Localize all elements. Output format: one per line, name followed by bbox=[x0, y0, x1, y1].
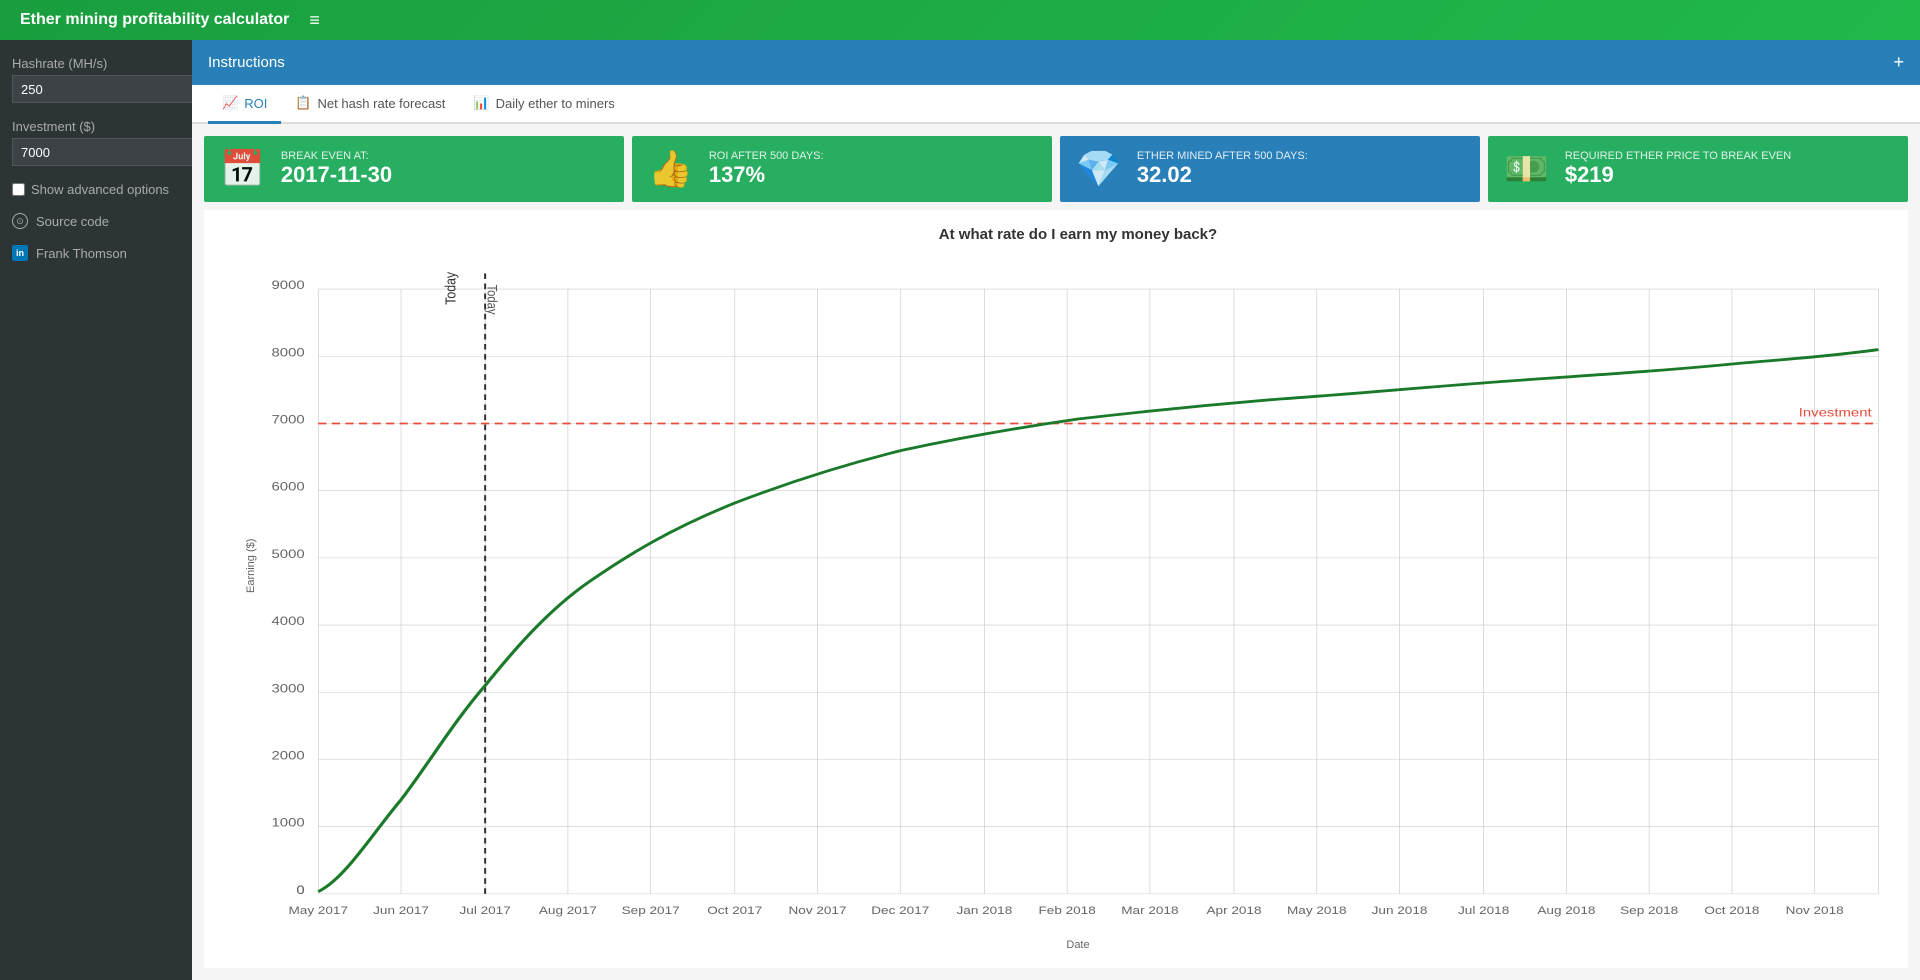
chart-container: At what rate do I earn my money back? Ea… bbox=[204, 210, 1908, 968]
svg-text:Oct 2018: Oct 2018 bbox=[1704, 904, 1759, 917]
svg-text:1000: 1000 bbox=[272, 816, 306, 830]
content-area: Instructions + 📈 ROI 📋 Net hash rate for… bbox=[192, 40, 1920, 980]
top-navbar: Ether mining profitability calculator ≡ bbox=[0, 0, 1920, 40]
svg-text:Sep 2017: Sep 2017 bbox=[622, 904, 680, 917]
stats-row: 📅 BREAK EVEN AT: 2017-11-30 👍 ROI AFTER … bbox=[192, 124, 1920, 210]
svg-text:8000: 8000 bbox=[272, 345, 306, 359]
ether-mined-content: ETHER MINED AFTER 500 DAYS: 32.02 bbox=[1137, 150, 1308, 188]
chart-svg: 0 1000 2000 3000 4000 5000 6000 7000 800… bbox=[264, 251, 1892, 923]
investment-label: Investment ($) bbox=[12, 119, 180, 134]
instructions-header: Instructions + bbox=[192, 40, 1920, 85]
ether-mined-label: ETHER MINED AFTER 500 DAYS: bbox=[1137, 150, 1308, 162]
svg-text:May 2018: May 2018 bbox=[1287, 904, 1347, 917]
svg-text:2000: 2000 bbox=[272, 749, 306, 763]
app-title: Ether mining profitability calculator bbox=[20, 11, 289, 29]
source-code-label: Source code bbox=[36, 214, 109, 229]
show-advanced-row[interactable]: Show advanced options bbox=[12, 182, 180, 197]
source-code-link[interactable]: ⊙ Source code bbox=[12, 213, 180, 229]
hashrate-input[interactable] bbox=[12, 75, 205, 103]
tab-net-hash-label: Net hash rate forecast bbox=[318, 96, 446, 111]
sidebar: Hashrate (MH/s) ▲ ▼ Investment ($) ▲ ▼ bbox=[0, 40, 192, 980]
tab-net-hash[interactable]: 📋 Net hash rate forecast bbox=[281, 85, 459, 124]
svg-text:Jun 2018: Jun 2018 bbox=[1372, 904, 1428, 917]
svg-text:Mar 2018: Mar 2018 bbox=[1121, 904, 1178, 917]
svg-text:Apr 2018: Apr 2018 bbox=[1207, 904, 1262, 917]
tab-daily-ether[interactable]: 📊 Daily ether to miners bbox=[459, 85, 628, 124]
required-price-value: $219 bbox=[1565, 162, 1791, 188]
svg-text:Nov 2018: Nov 2018 bbox=[1786, 904, 1844, 917]
tab-roi[interactable]: 📈 ROI bbox=[208, 85, 281, 124]
roi-label: ROI AFTER 500 DAYS: bbox=[709, 150, 824, 162]
svg-text:7000: 7000 bbox=[272, 413, 306, 427]
required-price-label: REQUIRED ETHER PRICE TO BREAK EVEN bbox=[1565, 150, 1791, 162]
svg-text:0: 0 bbox=[296, 883, 305, 897]
investment-input-wrap: ▲ ▼ bbox=[12, 138, 180, 166]
svg-text:9000: 9000 bbox=[272, 278, 306, 292]
svg-text:Jun 2017: Jun 2017 bbox=[373, 904, 429, 917]
required-price-content: REQUIRED ETHER PRICE TO BREAK EVEN $219 bbox=[1565, 150, 1791, 188]
svg-text:5000: 5000 bbox=[272, 547, 306, 561]
svg-text:Investment: Investment bbox=[1799, 406, 1872, 420]
svg-text:Jan 2018: Jan 2018 bbox=[957, 904, 1013, 917]
ether-mined-icon: 💎 bbox=[1076, 148, 1121, 190]
break-even-content: BREAK EVEN AT: 2017-11-30 bbox=[281, 150, 392, 188]
chart-title: At what rate do I earn my money back? bbox=[264, 226, 1892, 243]
x-axis-label: Date bbox=[1066, 939, 1089, 951]
tab-daily-ether-label: Daily ether to miners bbox=[496, 96, 615, 111]
stat-roi: 👍 ROI AFTER 500 DAYS: 137% bbox=[632, 136, 1052, 202]
svg-text:Aug 2018: Aug 2018 bbox=[1537, 904, 1595, 917]
break-even-value: 2017-11-30 bbox=[281, 162, 392, 188]
author-link[interactable]: in Frank Thomson bbox=[12, 245, 180, 261]
svg-text:Nov 2017: Nov 2017 bbox=[789, 904, 847, 917]
y-axis-label: Earning ($) bbox=[245, 539, 257, 593]
main-layout: Hashrate (MH/s) ▲ ▼ Investment ($) ▲ ▼ bbox=[0, 40, 1920, 980]
svg-text:Jul 2018: Jul 2018 bbox=[1458, 904, 1509, 917]
hashrate-field: Hashrate (MH/s) ▲ ▼ bbox=[12, 56, 180, 103]
break-even-icon: 📅 bbox=[220, 148, 265, 190]
stat-required-price: 💵 REQUIRED ETHER PRICE TO BREAK EVEN $21… bbox=[1488, 136, 1908, 202]
break-even-label: BREAK EVEN AT: bbox=[281, 150, 392, 162]
source-code-icon: ⊙ bbox=[12, 213, 28, 229]
roi-content: ROI AFTER 500 DAYS: 137% bbox=[709, 150, 824, 188]
svg-text:Today: Today bbox=[484, 285, 499, 316]
svg-text:May 2017: May 2017 bbox=[289, 904, 349, 917]
hashrate-input-wrap: ▲ ▼ bbox=[12, 75, 180, 103]
tabs-bar: 📈 ROI 📋 Net hash rate forecast 📊 Daily e… bbox=[192, 85, 1920, 124]
chart-wrap: Earning ($) 0 1000 2000 3000 4000 5000 bbox=[264, 251, 1892, 923]
author-label: Frank Thomson bbox=[36, 246, 127, 261]
tab-roi-label: ROI bbox=[244, 96, 267, 111]
tab-net-hash-icon: 📋 bbox=[295, 95, 311, 111]
roi-value: 137% bbox=[709, 162, 824, 188]
stat-ether-mined: 💎 ETHER MINED AFTER 500 DAYS: 32.02 bbox=[1060, 136, 1480, 202]
show-advanced-label: Show advanced options bbox=[31, 182, 169, 197]
instructions-title: Instructions bbox=[208, 54, 285, 71]
svg-text:Sep 2018: Sep 2018 bbox=[1620, 904, 1678, 917]
svg-text:3000: 3000 bbox=[272, 681, 306, 695]
svg-text:4000: 4000 bbox=[272, 614, 306, 628]
svg-text:Jul 2017: Jul 2017 bbox=[460, 904, 511, 917]
investment-field: Investment ($) ▲ ▼ bbox=[12, 119, 180, 166]
hamburger-menu[interactable]: ≡ bbox=[309, 10, 320, 31]
svg-text:Dec 2017: Dec 2017 bbox=[871, 904, 929, 917]
svg-text:Today: Today bbox=[442, 272, 458, 305]
svg-text:Feb 2018: Feb 2018 bbox=[1039, 904, 1096, 917]
show-advanced-checkbox[interactable] bbox=[12, 183, 25, 196]
tab-daily-ether-icon: 📊 bbox=[473, 95, 489, 111]
svg-text:Aug 2017: Aug 2017 bbox=[539, 904, 597, 917]
svg-text:6000: 6000 bbox=[272, 480, 306, 494]
ether-mined-value: 32.02 bbox=[1137, 162, 1308, 188]
svg-text:Oct 2017: Oct 2017 bbox=[707, 904, 762, 917]
tab-roi-icon: 📈 bbox=[222, 95, 238, 111]
required-price-icon: 💵 bbox=[1504, 148, 1549, 190]
instructions-plus[interactable]: + bbox=[1893, 52, 1904, 73]
investment-input[interactable] bbox=[12, 138, 205, 166]
linkedin-icon: in bbox=[12, 245, 28, 261]
stat-break-even: 📅 BREAK EVEN AT: 2017-11-30 bbox=[204, 136, 624, 202]
hashrate-label: Hashrate (MH/s) bbox=[12, 56, 180, 71]
roi-icon: 👍 bbox=[648, 148, 693, 190]
